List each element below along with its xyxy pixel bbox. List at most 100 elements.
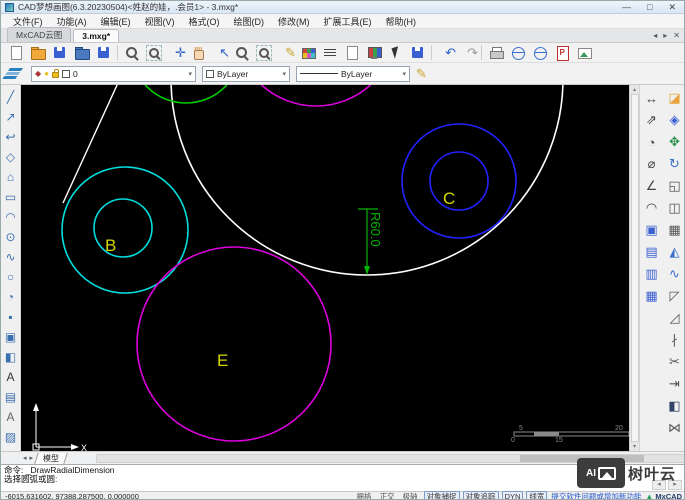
insert-image-button[interactable] xyxy=(573,44,594,62)
continue-dimension-button[interactable]: ▥ xyxy=(641,263,662,285)
chamfer-button[interactable]: ◸ xyxy=(664,285,684,307)
line-tool[interactable]: ╱ xyxy=(2,87,20,107)
ellipse-tool[interactable]: ○ xyxy=(2,267,20,287)
scroll-up-icon[interactable]: ▴ xyxy=(633,86,636,93)
array-button[interactable]: ▦ xyxy=(664,219,684,241)
solid-box-button[interactable]: ◧ xyxy=(664,395,684,417)
feedback-link[interactable]: 提交软件问题或增加新功能 xyxy=(551,491,641,499)
model-prev-button[interactable]: ◂ xyxy=(23,454,27,462)
model-tab[interactable]: 模型 xyxy=(34,452,68,464)
print-button[interactable] xyxy=(485,44,506,62)
mtext-tool[interactable]: A xyxy=(2,407,20,427)
new-file-button[interactable] xyxy=(5,44,26,62)
tab-close-icon[interactable]: ✕ xyxy=(673,31,680,40)
menu-item[interactable]: 格式(O) xyxy=(183,14,226,29)
pan-button[interactable] xyxy=(187,44,208,62)
save-as-button[interactable] xyxy=(93,44,114,62)
layer-manager-icon[interactable] xyxy=(7,66,25,82)
construction-line-tool[interactable]: ↗ xyxy=(2,107,20,127)
separator[interactable] xyxy=(429,44,434,62)
display-settings-button[interactable] xyxy=(363,44,384,62)
scale-button[interactable]: ◱ xyxy=(664,175,684,197)
web-settings-button[interactable] xyxy=(529,44,550,62)
zoom-object-button[interactable] xyxy=(231,44,252,62)
edit-pencil-icon[interactable]: ✎ xyxy=(416,66,427,82)
arc-tool[interactable]: ◠ xyxy=(2,207,20,227)
zoom-scale-button[interactable] xyxy=(253,44,274,62)
color-select[interactable]: ByLayer ▾ xyxy=(202,65,290,82)
canvas-vertical-scrollbar[interactable]: ▴ ▾ xyxy=(629,85,639,451)
circle-tool[interactable]: ⊙ xyxy=(2,227,20,247)
status-toggle[interactable]: 极轴 xyxy=(401,492,420,499)
options-button[interactable] xyxy=(407,44,428,62)
ellipse-arc-tool[interactable]: ◔ xyxy=(2,287,20,307)
rotate-button[interactable]: ↻ xyxy=(664,153,684,175)
save-file-button[interactable] xyxy=(49,44,70,62)
erase-button[interactable]: ◪ xyxy=(664,87,684,109)
document-tab[interactable]: 3.mxg* xyxy=(73,29,120,42)
open-project-button[interactable] xyxy=(71,44,92,62)
menu-item[interactable]: 视图(V) xyxy=(139,14,181,29)
minimize-button[interactable]: — xyxy=(622,2,631,13)
tab-prev-icon[interactable]: ◂ xyxy=(653,31,657,40)
zoom-extents-button[interactable]: ✛ xyxy=(165,44,186,62)
draw-order-button[interactable]: ✎ xyxy=(275,44,296,62)
status-toggle-active[interactable]: 对象捕捉 xyxy=(423,491,460,499)
redo-button[interactable]: ↷ xyxy=(457,44,478,62)
angular-dimension-button[interactable]: ∠ xyxy=(641,175,662,197)
linear-dimension-button[interactable]: ↔ xyxy=(641,87,662,109)
point-tool[interactable]: ▪ xyxy=(2,307,20,327)
zoom-window-button[interactable] xyxy=(143,44,164,62)
zoom-previous-button[interactable]: ↖ xyxy=(209,44,230,62)
close-button[interactable]: ✕ xyxy=(668,2,676,13)
status-toggle[interactable]: 栅格 xyxy=(355,492,374,499)
break-button[interactable]: ∤ xyxy=(664,329,684,351)
linetype-manager-button[interactable] xyxy=(319,44,340,62)
extend-button[interactable]: ⇥ xyxy=(664,373,684,395)
drawing-canvas[interactable]: B C E R60.0 X 5 20 0 15 xyxy=(21,85,629,451)
dimension-style-button[interactable]: ▦ xyxy=(641,285,662,307)
text-tool[interactable]: A xyxy=(2,367,20,387)
trim-button[interactable]: ✂ xyxy=(664,351,684,373)
open-file-button[interactable] xyxy=(27,44,48,62)
rectangle-tool[interactable]: ▭ xyxy=(2,187,20,207)
quick-dimension-button[interactable]: ▣ xyxy=(641,219,662,241)
spline-edit-button[interactable]: ∿ xyxy=(664,263,684,285)
select-button[interactable] xyxy=(385,44,406,62)
tab-next-icon[interactable]: ▸ xyxy=(663,31,667,40)
polygon-edge-tool[interactable]: ⌂ xyxy=(2,167,20,187)
layer-select[interactable]: ◆ ● 0 ▾ xyxy=(31,65,196,82)
status-toggle-active[interactable]: DYN xyxy=(501,491,524,499)
arc-length-dimension-button[interactable]: ◠ xyxy=(641,197,662,219)
menu-item[interactable]: 绘图(D) xyxy=(228,14,271,29)
move-button[interactable]: ✥ xyxy=(664,131,684,153)
linetype-select[interactable]: ByLayer ▾ xyxy=(296,65,410,82)
vertical-scroll-thumb[interactable] xyxy=(630,94,639,442)
undo-button[interactable]: ↶ xyxy=(435,44,456,62)
offset-button[interactable]: ◫ xyxy=(664,197,684,219)
status-toggle-active[interactable]: 线宽 xyxy=(526,491,548,499)
join-button[interactable]: ⋈ xyxy=(664,417,684,439)
fillet-button[interactable]: ◿ xyxy=(664,307,684,329)
web-publish-button[interactable] xyxy=(507,44,528,62)
menu-item[interactable]: 修改(M) xyxy=(272,14,316,29)
zoom-realtime-button[interactable] xyxy=(121,44,142,62)
diameter-dimension-button[interactable]: ⌀ xyxy=(641,153,662,175)
model-next-button[interactable]: ▸ xyxy=(30,454,34,462)
block-insert-tool[interactable]: ◧ xyxy=(2,347,20,367)
block-create-tool[interactable]: ▣ xyxy=(2,327,20,347)
status-toggle-active[interactable]: 对象追踪 xyxy=(462,491,499,499)
document-tab[interactable]: MxCAD云图 xyxy=(7,27,72,42)
maximize-button[interactable]: □ xyxy=(647,2,652,13)
menu-item[interactable]: 帮助(H) xyxy=(380,14,423,29)
baseline-dimension-button[interactable]: ▤ xyxy=(641,241,662,263)
polyline-tool[interactable]: ↩ xyxy=(2,127,20,147)
pdf-export-button[interactable] xyxy=(551,44,572,62)
spline-tool[interactable]: ∿ xyxy=(2,247,20,267)
polygon-tool[interactable]: ◇ xyxy=(2,147,20,167)
image-tool[interactable]: ▤ xyxy=(2,387,20,407)
scroll-down-icon[interactable]: ▾ xyxy=(633,443,636,450)
layer-manager-button[interactable] xyxy=(341,44,362,62)
mirror-button[interactable]: ◭ xyxy=(664,241,684,263)
color-palette-button[interactable] xyxy=(297,44,318,62)
